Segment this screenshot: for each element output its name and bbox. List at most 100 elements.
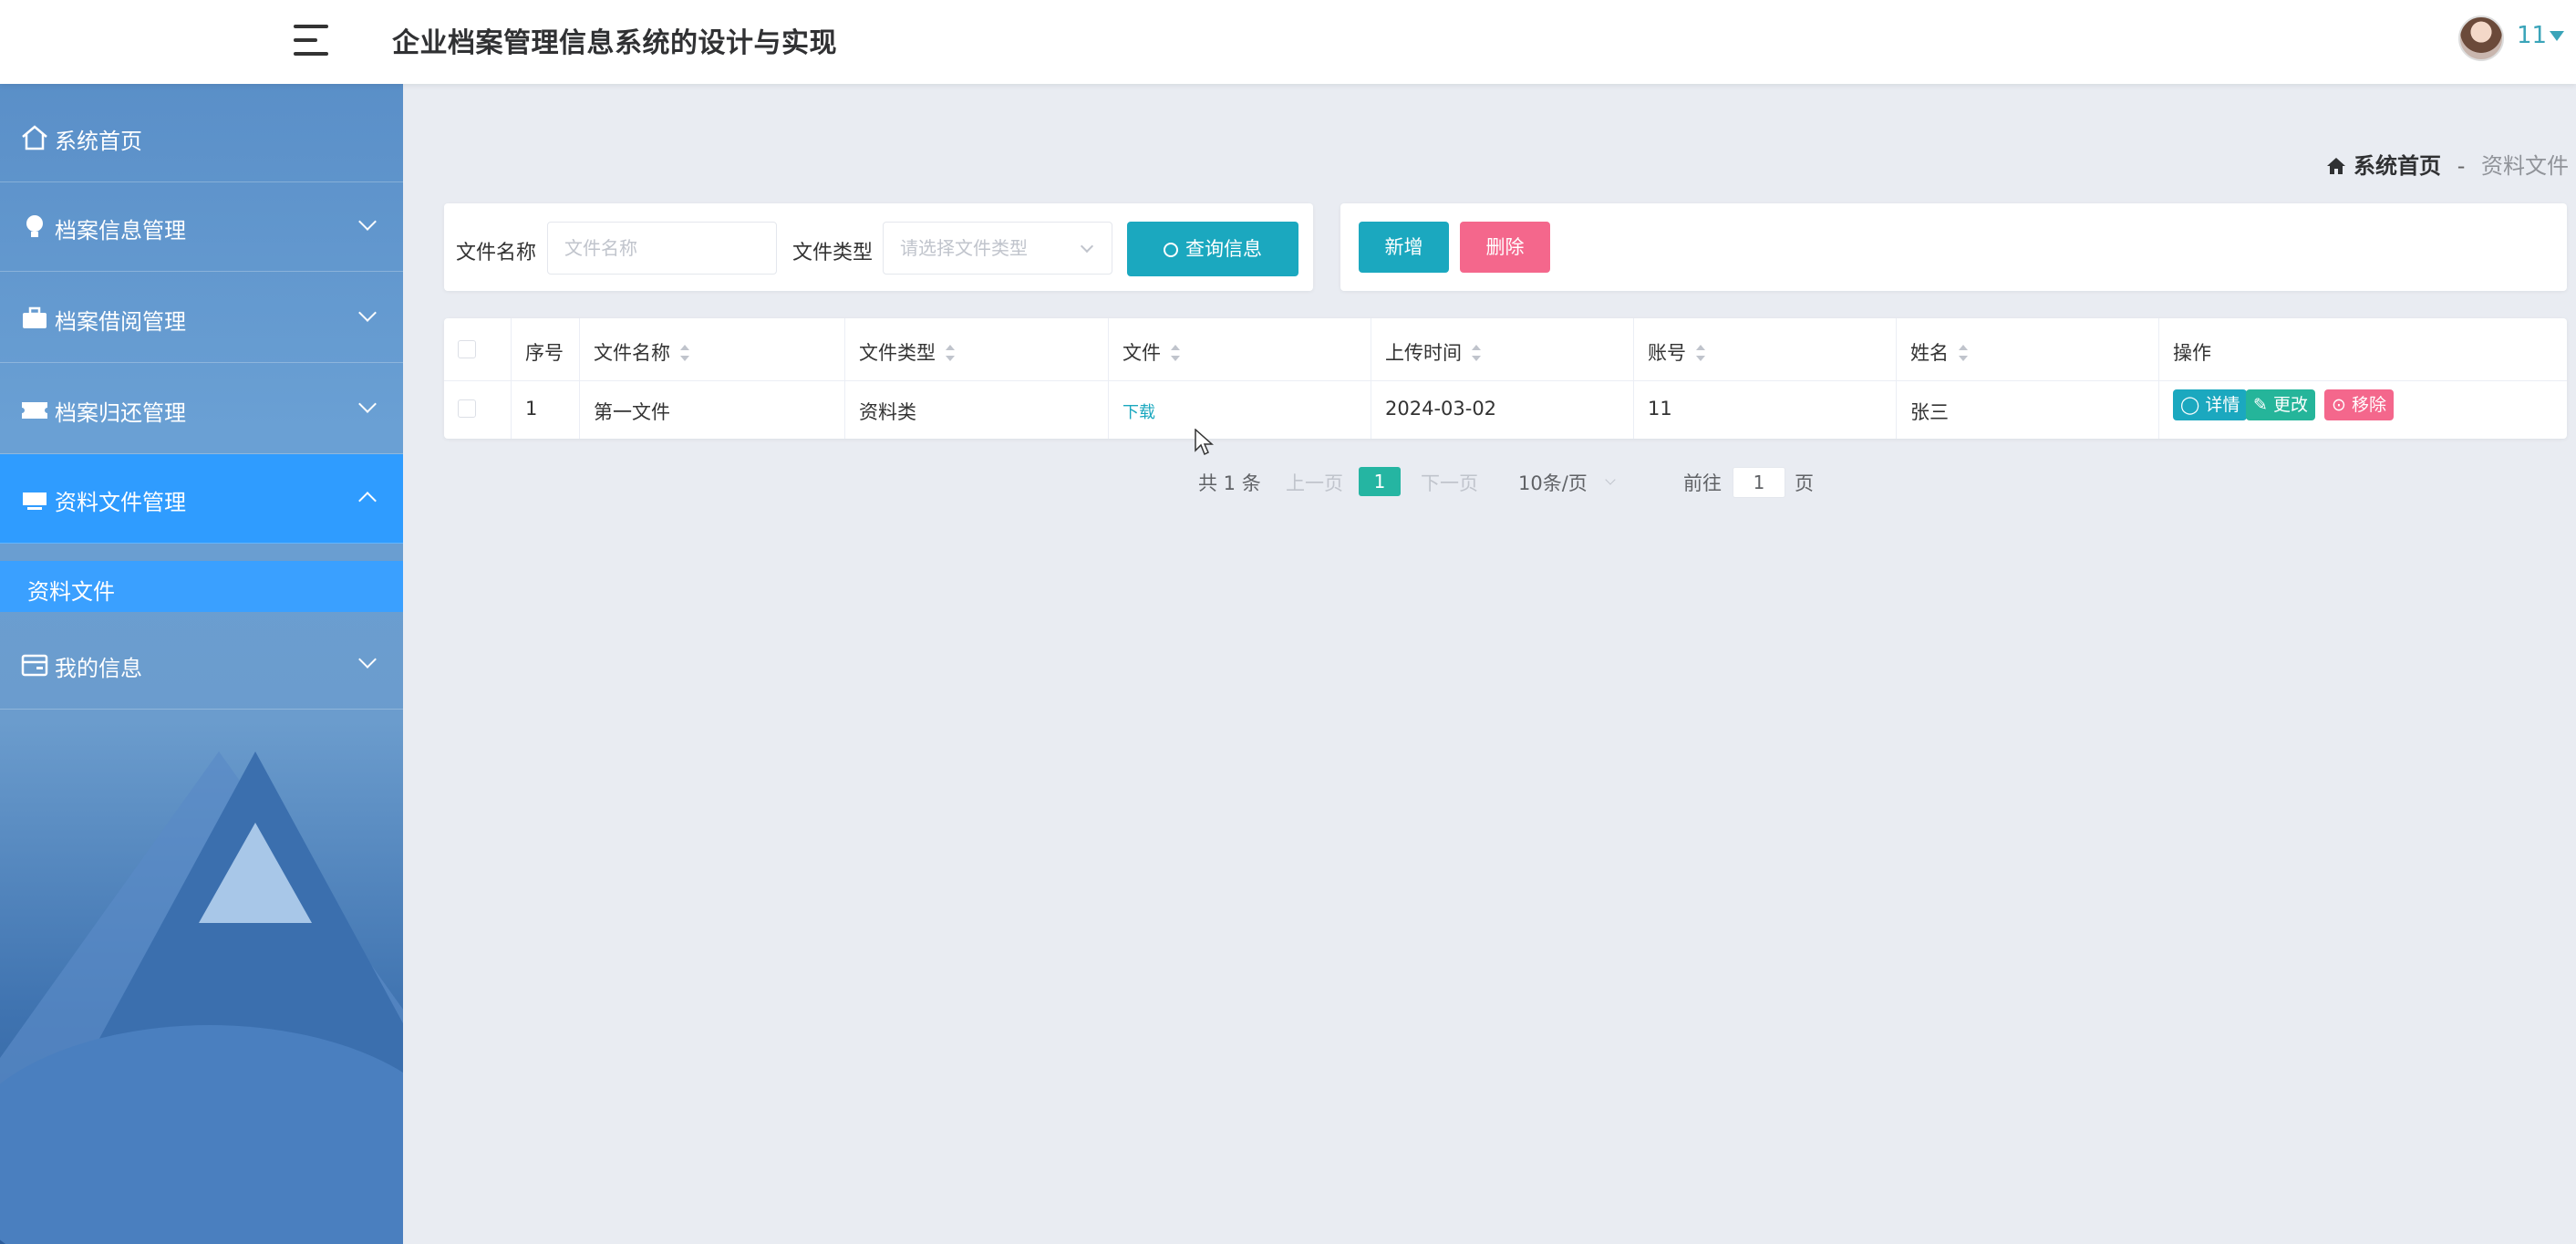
file-type-select[interactable]: 请选择文件类型 bbox=[883, 222, 1112, 275]
column-header-operations: 操作 bbox=[2173, 342, 2211, 364]
detail-button-label: 详情 bbox=[2205, 395, 2240, 415]
chevron-down-icon bbox=[358, 304, 377, 322]
delete-button[interactable]: 删除 bbox=[1460, 222, 1550, 273]
chevron-down-icon bbox=[358, 213, 377, 231]
user-dropdown-caret-icon[interactable] bbox=[2550, 31, 2564, 41]
sort-icon[interactable] bbox=[945, 345, 956, 361]
query-button[interactable]: 查询信息 bbox=[1127, 222, 1298, 276]
column-header-label: 上传时间 bbox=[1385, 342, 1462, 364]
app-title: 企业档案管理信息系统的设计与实现 bbox=[392, 27, 837, 59]
file-type-label: 文件类型 bbox=[792, 242, 874, 264]
prev-page-button[interactable]: 上一页 bbox=[1286, 469, 1343, 496]
column-divider bbox=[1896, 318, 1897, 439]
edit-button-label: 更改 bbox=[2272, 395, 2308, 415]
sidebar-item-label: 系统首页 bbox=[55, 129, 142, 154]
column-header-label: 文件 bbox=[1122, 342, 1161, 364]
card-icon bbox=[20, 651, 49, 679]
sidebar-item-label: 档案归还管理 bbox=[55, 400, 186, 426]
sidebar-item-label: 档案信息管理 bbox=[55, 218, 186, 244]
search-icon bbox=[1164, 243, 1178, 257]
file-name-input[interactable]: 文件名称 bbox=[547, 222, 777, 275]
column-header-label: 文件类型 bbox=[859, 342, 936, 364]
column-header-account[interactable]: 账号 bbox=[1648, 338, 1706, 366]
pencil-icon: ✎ bbox=[2253, 395, 2268, 415]
chevron-down-icon[interactable] bbox=[1605, 474, 1616, 485]
breadcrumb-current: 资料文件 bbox=[2481, 153, 2569, 179]
remove-button[interactable]: ⊙ 移除 bbox=[2324, 389, 2394, 420]
goto-page-input[interactable]: 1 bbox=[1733, 467, 1785, 498]
remove-button-label: 移除 bbox=[2351, 395, 2386, 415]
sidebar-item-home[interactable]: 系统首页 bbox=[0, 93, 403, 182]
mouse-cursor-icon bbox=[1195, 428, 1215, 456]
sort-icon[interactable] bbox=[1695, 345, 1706, 361]
cell-upload-time: 2024-03-02 bbox=[1385, 398, 1497, 420]
cell-file-type: 资料类 bbox=[859, 401, 916, 423]
background-snow-decoration bbox=[199, 823, 312, 923]
sort-icon[interactable] bbox=[1958, 345, 1969, 361]
sidebar-item-label: 档案借阅管理 bbox=[55, 309, 186, 335]
chevron-down-icon bbox=[358, 395, 377, 413]
page-number-current[interactable]: 1 bbox=[1359, 467, 1401, 496]
next-page-button[interactable]: 下一页 bbox=[1421, 469, 1478, 496]
background-hill-decoration bbox=[0, 1025, 403, 1244]
cell-file: 下载 bbox=[1122, 399, 1155, 423]
search-icon: ◯ bbox=[2180, 395, 2200, 415]
goto-label: 前往 bbox=[1683, 472, 1722, 494]
column-header-label: 文件名称 bbox=[594, 342, 670, 364]
remove-circle-icon: ⊙ bbox=[2332, 395, 2346, 415]
column-divider bbox=[844, 318, 845, 439]
sort-icon[interactable] bbox=[1170, 345, 1181, 361]
column-header-label: 姓名 bbox=[1910, 342, 1949, 364]
column-divider bbox=[1633, 318, 1634, 439]
lightbulb-icon bbox=[20, 213, 49, 241]
query-button-label: 查询信息 bbox=[1185, 238, 1262, 260]
column-header-file-type[interactable]: 文件类型 bbox=[859, 338, 956, 366]
sidebar: 系统首页 档案信息管理 档案借阅管理 档案归还管理 资料文件管理 资料文件 我的… bbox=[0, 84, 403, 1244]
edit-button[interactable]: ✎ 更改 bbox=[2246, 389, 2315, 420]
row-checkbox[interactable] bbox=[458, 399, 476, 418]
menu-toggle-icon[interactable] bbox=[294, 23, 328, 57]
add-button[interactable]: 新增 bbox=[1359, 222, 1449, 273]
column-header-label: 账号 bbox=[1648, 342, 1686, 364]
pagination-total: 共 1 条 bbox=[1198, 472, 1261, 494]
sort-icon[interactable] bbox=[679, 345, 690, 361]
chevron-down-icon bbox=[358, 650, 377, 669]
column-header-index: 序号 bbox=[525, 342, 564, 364]
column-divider bbox=[2158, 318, 2159, 439]
detail-button[interactable]: ◯ 详情 bbox=[2173, 389, 2248, 420]
breadcrumb-home[interactable]: 系统首页 bbox=[2354, 153, 2441, 179]
page-suffix-label: 页 bbox=[1795, 472, 1814, 494]
avatar[interactable] bbox=[2458, 16, 2504, 61]
sidebar-item-file-management[interactable]: 资料文件管理 bbox=[0, 454, 403, 544]
sidebar-item-label: 我的信息 bbox=[55, 656, 142, 681]
breadcrumb: 系统首页 - 资料文件 bbox=[2326, 148, 2569, 181]
column-header-file[interactable]: 文件 bbox=[1122, 338, 1181, 366]
sidebar-item-archive-info[interactable]: 档案信息管理 bbox=[0, 182, 403, 272]
table-divider bbox=[444, 380, 2567, 381]
breadcrumb-separator: - bbox=[2457, 153, 2466, 179]
ticket-icon bbox=[20, 396, 49, 423]
files-table: 序号 文件名称 文件类型 文件 上传时间 账号 姓名 操作 1 第一文件 资料类… bbox=[444, 318, 2567, 439]
file-name-label: 文件名称 bbox=[456, 242, 537, 264]
tray-icon bbox=[20, 485, 49, 513]
column-header-upload-time[interactable]: 上传时间 bbox=[1385, 338, 1482, 366]
column-divider bbox=[1108, 318, 1109, 439]
column-header-name[interactable]: 姓名 bbox=[1910, 338, 1969, 366]
top-header: 企业档案管理信息系统的设计与实现 11 bbox=[0, 0, 2576, 84]
user-name[interactable]: 11 bbox=[2517, 22, 2547, 49]
home-icon bbox=[2326, 155, 2346, 181]
sidebar-item-archive-borrow[interactable]: 档案借阅管理 bbox=[0, 274, 403, 363]
cell-name: 张三 bbox=[1910, 401, 1949, 423]
sidebar-subitem-label: 资料文件 bbox=[27, 579, 115, 605]
select-all-checkbox[interactable] bbox=[458, 340, 476, 358]
page-size-select[interactable]: 10条/页 bbox=[1518, 469, 1588, 496]
chevron-up-icon bbox=[358, 492, 377, 510]
sidebar-item-my-info[interactable]: 我的信息 bbox=[0, 620, 403, 710]
sidebar-subitem-files[interactable]: 资料文件 bbox=[0, 561, 403, 612]
sort-icon[interactable] bbox=[1471, 345, 1482, 361]
column-header-file-name[interactable]: 文件名称 bbox=[594, 338, 690, 366]
download-link[interactable]: 下载 bbox=[1122, 403, 1155, 422]
sidebar-item-archive-return[interactable]: 档案归还管理 bbox=[0, 365, 403, 454]
sidebar-item-label: 资料文件管理 bbox=[55, 490, 186, 515]
cell-account: 11 bbox=[1648, 398, 1672, 420]
